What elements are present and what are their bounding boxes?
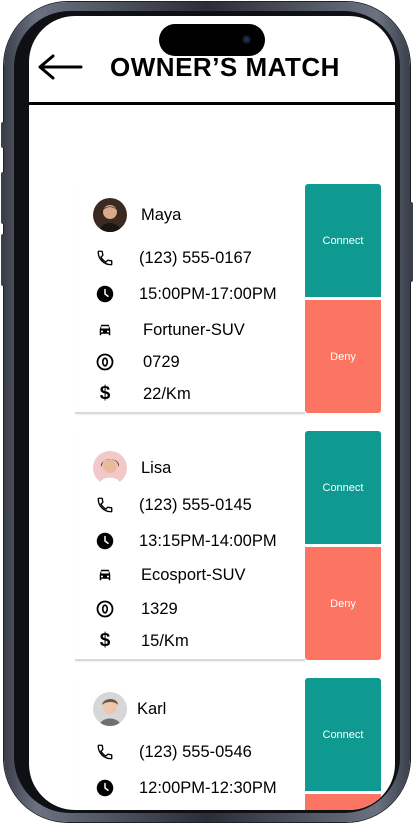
- time-slot: 12:00PM-12:30PM: [139, 778, 277, 797]
- rate: 15/Km: [141, 631, 189, 650]
- dollar-icon: $: [99, 383, 111, 404]
- car-row: Fortuner-SUV: [93, 318, 245, 342]
- deny-button[interactable]: Deny: [305, 300, 381, 413]
- rate-row: $ 22/Km: [93, 382, 191, 406]
- avatar: [93, 198, 127, 232]
- dynamic-island: [159, 24, 265, 56]
- code-row: 0729: [93, 350, 180, 374]
- owner-row: Karl: [93, 692, 166, 726]
- vehicle-code: 0729: [143, 352, 180, 371]
- clock-icon: [93, 529, 117, 553]
- phone-number[interactable]: (123) 555-0145: [139, 496, 252, 515]
- phone-icon: [93, 493, 117, 517]
- connect-button[interactable]: Connect: [305, 678, 381, 791]
- connect-button[interactable]: Connect: [305, 431, 381, 544]
- rate-row: $ 15/Km: [93, 629, 189, 653]
- time-slot: 13:15PM-14:00PM: [139, 531, 277, 550]
- back-arrow-icon[interactable]: [37, 54, 83, 80]
- avatar: [93, 692, 127, 726]
- match-card: Karl (123) 555-0546 12:00PM-12:30PM: [75, 678, 305, 810]
- phone-row: (123) 555-0546: [93, 740, 252, 764]
- power-button: [409, 202, 413, 282]
- dollar-icon: $: [99, 630, 111, 651]
- code-icon: [93, 597, 117, 621]
- code-icon: [93, 350, 117, 374]
- car-icon: [93, 318, 117, 342]
- car-model: Fortuner-SUV: [143, 320, 245, 339]
- code-row: 1329: [93, 597, 178, 621]
- car-model: Ecosport-SUV: [141, 565, 246, 584]
- match-card: Lisa (123) 555-0145 13:15PM-14:00PM Ecos…: [75, 431, 305, 661]
- time-row: 12:00PM-12:30PM: [93, 776, 277, 800]
- app-screen: OWNER’S MATCH Maya (123) 555-0167 15:00P…: [29, 16, 395, 810]
- owner-name: Maya: [141, 205, 182, 224]
- clock-icon: [93, 282, 117, 306]
- owner-row: Maya: [93, 198, 181, 232]
- connect-button[interactable]: Connect: [305, 184, 381, 297]
- phone-number[interactable]: (123) 555-0167: [139, 249, 252, 268]
- car-icon: [93, 563, 117, 587]
- owner-name: Lisa: [141, 458, 172, 477]
- match-card: Maya (123) 555-0167 15:00PM-17:00PM Fort…: [75, 184, 305, 414]
- phone-icon: [93, 740, 117, 764]
- page-title: OWNER’S MATCH: [110, 52, 340, 82]
- time-row: 13:15PM-14:00PM: [93, 529, 277, 553]
- time-row: 15:00PM-17:00PM: [93, 282, 277, 306]
- phone-row: (123) 555-0167: [93, 246, 252, 270]
- rate: 22/Km: [143, 384, 191, 403]
- phone-row: (123) 555-0145: [93, 493, 252, 517]
- phone-number[interactable]: (123) 555-0546: [139, 743, 252, 762]
- camera-icon: [242, 35, 251, 44]
- volume-up-button: [1, 172, 5, 224]
- car-row: Ecosport-SUV: [93, 563, 246, 587]
- time-slot: 15:00PM-17:00PM: [139, 284, 277, 303]
- mute-switch: [1, 122, 5, 148]
- owner-row: Lisa: [93, 451, 171, 485]
- deny-button[interactable]: Deny: [305, 547, 381, 660]
- phone-icon: [93, 246, 117, 270]
- clock-icon: [93, 776, 117, 800]
- avatar: [93, 451, 127, 485]
- deny-button[interactable]: [305, 794, 381, 810]
- volume-down-button: [1, 234, 5, 286]
- vehicle-code: 1329: [141, 599, 178, 618]
- owner-name: Karl: [137, 699, 167, 718]
